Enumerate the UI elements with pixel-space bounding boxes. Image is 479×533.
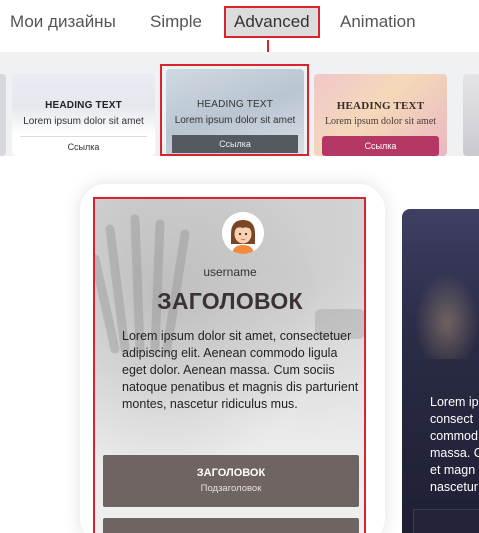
tab-animation[interactable]: Animation — [340, 12, 416, 32]
next-card-text: Lorem ip consect commod massa. C et magn… — [430, 395, 479, 494]
avatar — [222, 212, 264, 254]
thumb-link-button: Ссылка — [322, 136, 439, 156]
template-thumb-partial-left[interactable] — [0, 74, 6, 156]
tab-advanced[interactable]: Advanced — [224, 6, 320, 38]
card-background-glow — [412, 269, 479, 359]
thumb-text: Lorem ipsum dolor sit amet — [324, 116, 437, 127]
template-thumb-partial-right[interactable] — [463, 74, 479, 156]
next-card-button[interactable] — [413, 509, 479, 533]
design-tabs: Мои дизайны Simple Advanced Animation — [0, 0, 479, 50]
thumb-heading: HEADING TEXT — [336, 100, 425, 112]
preview-body-text: Lorem ipsum dolor sit amet, consectetuer… — [122, 329, 359, 411]
next-preview-card[interactable]: Lorem ip consect commod massa. C et magn… — [402, 209, 479, 533]
template-thumb-2-selected[interactable]: HEADING TEXT Lorem ipsum dolor sit amet … — [166, 69, 304, 156]
preview-card: username ЗАГОЛОВОК Lorem ipsum dolor sit… — [95, 199, 365, 533]
preview-second-button[interactable] — [103, 518, 359, 533]
cta-title: ЗАГОЛОВОК — [196, 467, 266, 479]
template-thumbnails: HEADING TEXT Lorem ipsum dolor sit amet … — [0, 52, 479, 156]
preview-title: ЗАГОЛОВОК — [157, 288, 303, 314]
template-thumb-3[interactable]: HEADING TEXT Lorem ipsum dolor sit amet … — [314, 74, 447, 156]
tab-simple[interactable]: Simple — [150, 12, 202, 32]
thumb-heading: HEADING TEXT — [45, 100, 122, 111]
thumb-text: Lorem ipsum dolor sit amet — [23, 116, 144, 127]
tab-my-designs[interactable]: Мои дизайны — [10, 12, 116, 32]
preview-area: username ЗАГОЛОВОК Lorem ipsum dolor sit… — [0, 156, 479, 533]
thumb-heading: HEADING TEXT — [196, 99, 274, 110]
thumb-link-button: Ссылка — [20, 136, 147, 156]
cta-subtitle: Подзаголовок — [200, 483, 262, 494]
preview-cta-button[interactable]: ЗАГОЛОВОК Подзаголовок — [103, 455, 359, 507]
template-thumb-1[interactable]: HEADING TEXT Lorem ipsum dolor sit amet … — [12, 74, 155, 156]
thumb-link-button: Ссылка — [172, 135, 298, 153]
design-picker-screen: Мои дизайны Simple Advanced Animation HE… — [0, 0, 479, 533]
username-label: username — [203, 265, 257, 279]
thumb-text: Lorem ipsum dolor sit amet — [174, 115, 296, 126]
